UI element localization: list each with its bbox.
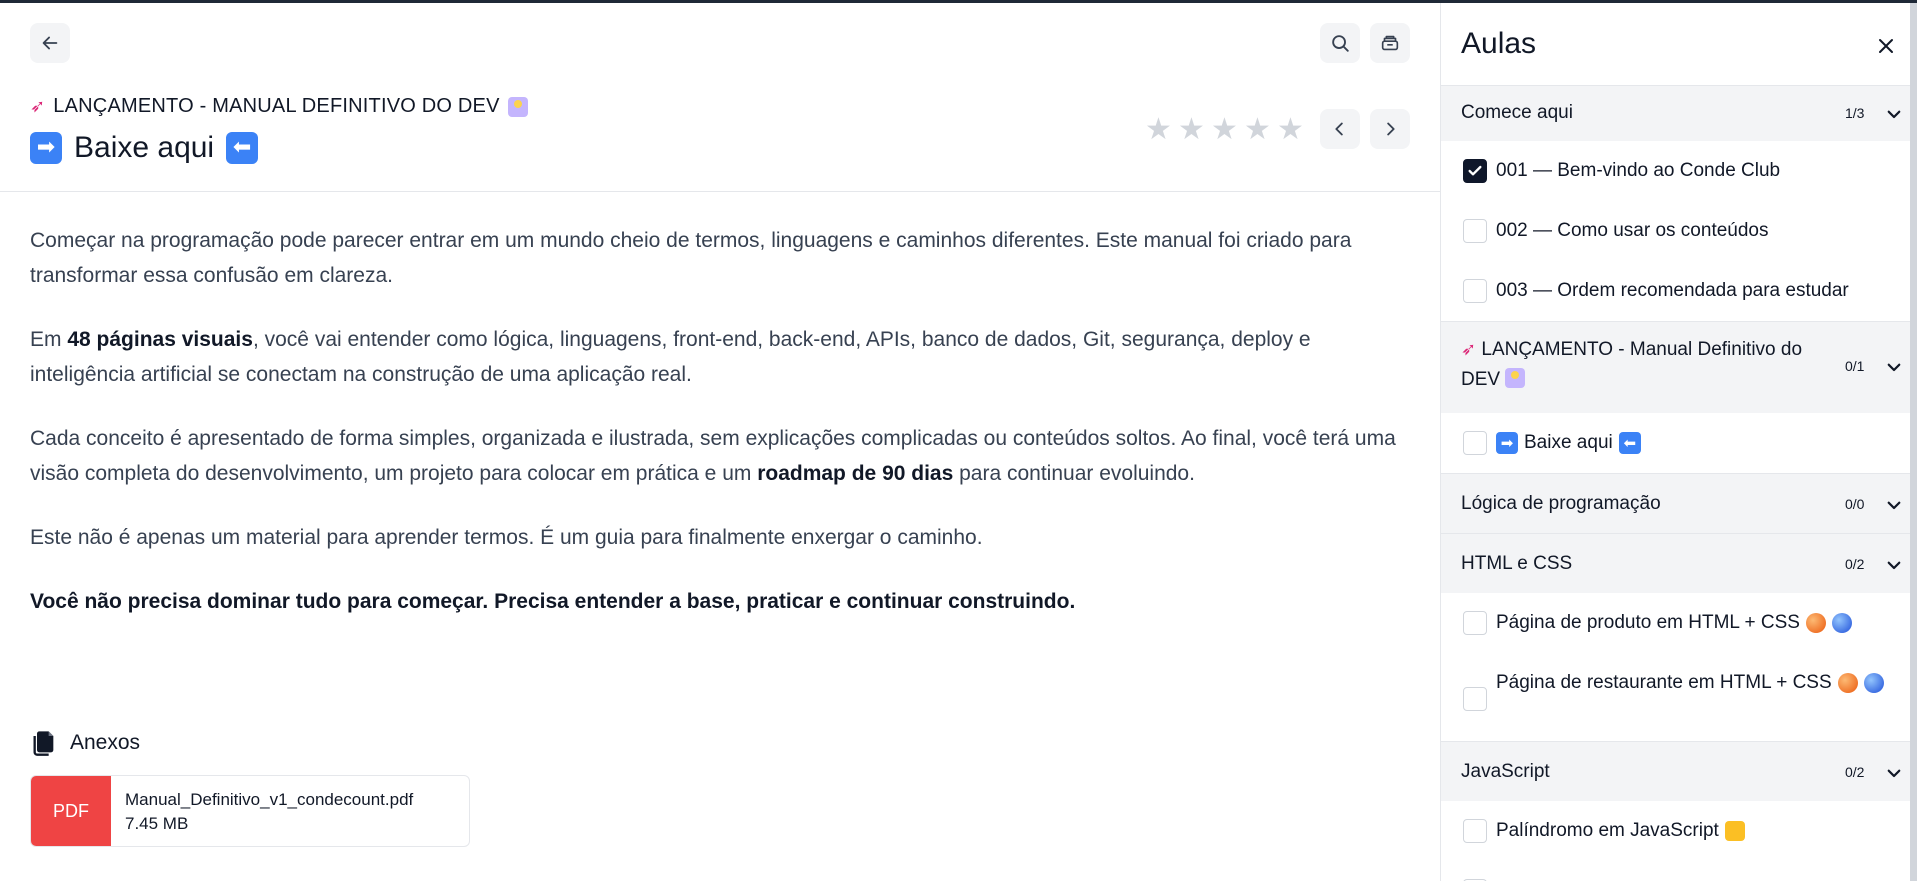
chevron-down-icon	[1887, 110, 1901, 119]
section-progress: 0/2	[1845, 556, 1865, 572]
arrow-left-emoji-icon: ⬅	[226, 132, 259, 164]
course-title-text: LANÇAMENTO - MANUAL DEFINITIVO DO DEV	[53, 95, 500, 117]
lesson-item[interactable]: Página de restaurante em HTML + CSS	[1441, 653, 1911, 741]
lesson-checkbox[interactable]	[1463, 279, 1487, 303]
rocket-icon: ➶	[1461, 339, 1477, 360]
archive-icon	[1381, 35, 1399, 51]
section-javascript[interactable]: JavaScript 0/2	[1441, 741, 1911, 801]
css-icon	[1863, 673, 1884, 693]
lesson-item[interactable]: Palíndromo em JavaScript	[1441, 801, 1911, 861]
bold-text: 48 páginas visuais	[67, 328, 253, 351]
archive-button[interactable]	[1370, 23, 1410, 63]
section-lancamento[interactable]: ➶ LANÇAMENTO - Manual Definitivo do DEV …	[1441, 321, 1911, 413]
pdf-badge: PDF	[31, 776, 111, 846]
attachment-filename: Manual_Definitivo_v1_condecount.pdf	[125, 790, 414, 809]
lesson-label: Palíndromo em JavaScript	[1496, 816, 1896, 846]
lesson-item-partial[interactable]	[1441, 861, 1911, 881]
javascript-icon	[1724, 821, 1745, 841]
lesson-item[interactable]: 002 — Como usar os conteúdos	[1441, 201, 1911, 261]
section-name: HTML e CSS	[1461, 553, 1573, 574]
star-icon[interactable]: ★	[1144, 115, 1173, 145]
section-comece-aqui[interactable]: Comece aqui 1/3	[1441, 85, 1911, 141]
chevron-down-icon	[1887, 561, 1901, 570]
paragraph: Este não é apenas um material para apren…	[30, 526, 983, 549]
section-logica[interactable]: Lógica de programação 0/0	[1441, 473, 1911, 533]
lesson-item[interactable]: Página de produto em HTML + CSS	[1441, 593, 1911, 653]
paragraph-bold: Você não precisa dominar tudo para começ…	[30, 590, 1076, 613]
star-icon[interactable]: ★	[1177, 115, 1206, 145]
lesson-item[interactable]: 001 — Bem-vindo ao Conde Club	[1441, 141, 1911, 201]
arrow-right-emoji-icon: ➡	[30, 132, 62, 164]
lesson-main: ➶ LANÇAMENTO - MANUAL DEFINITIVO DO DEV …	[0, 3, 1440, 881]
technologist-icon	[507, 96, 528, 117]
paragraph: Cada conceito é apresentado de forma sim…	[30, 427, 1396, 485]
bold-text: roadmap de 90 dias	[757, 462, 954, 485]
lesson-label: Página de restaurante em HTML + CSS	[1496, 668, 1896, 698]
chevron-down-icon	[1887, 769, 1901, 778]
section-progress: 0/1	[1845, 358, 1865, 374]
lesson-checkbox[interactable]	[1463, 611, 1487, 635]
lesson-item[interactable]: 003 — Ordem recomendada para estudar	[1441, 261, 1911, 321]
next-lesson-button[interactable]	[1370, 109, 1410, 149]
lesson-checkbox[interactable]	[1463, 431, 1487, 455]
lesson-title-text: Baixe aqui	[74, 131, 215, 164]
arrow-left-icon	[42, 36, 58, 50]
section-name: Comece aqui	[1461, 102, 1573, 123]
rocket-icon: ➶	[30, 96, 46, 117]
header-divider	[0, 191, 1440, 192]
arrow-left-emoji-icon: ⬅	[1618, 432, 1641, 454]
course-title: ➶ LANÇAMENTO - MANUAL DEFINITIVO DO DEV	[30, 95, 528, 118]
css-icon	[1831, 613, 1852, 633]
section-progress: 1/3	[1845, 105, 1865, 121]
section-name: ➶ LANÇAMENTO - Manual Definitivo do DEV	[1461, 339, 1803, 390]
arrow-right-emoji-icon: ➡	[1496, 432, 1518, 454]
close-sidebar-button[interactable]	[1871, 31, 1901, 61]
chevron-left-icon	[1335, 122, 1343, 136]
technologist-icon	[1505, 368, 1526, 388]
attachment-size: 7.45 MB	[125, 814, 189, 833]
section-progress: 0/0	[1845, 496, 1865, 512]
close-icon	[1879, 39, 1893, 53]
lesson-checkbox[interactable]	[1463, 819, 1487, 843]
rating-stars: ★ ★ ★ ★ ★	[1144, 115, 1305, 145]
attachments-title: Anexos	[70, 731, 141, 754]
chevron-right-icon	[1387, 122, 1395, 136]
back-button[interactable]	[30, 23, 70, 63]
lessons-sidebar: Aulas Comece aqui 1/3 001 — Bem-vindo ao…	[1440, 3, 1917, 881]
html-icon	[1805, 613, 1826, 633]
section-name: JavaScript	[1461, 761, 1550, 782]
attachment-file[interactable]: PDF Manual_Definitivo_v1_condecount.pdf …	[30, 775, 470, 847]
search-button[interactable]	[1320, 23, 1360, 63]
check-icon	[1468, 165, 1482, 176]
html-icon	[1837, 673, 1858, 693]
star-icon[interactable]: ★	[1210, 115, 1239, 145]
lesson-description: Começar na programação pode parecer entr…	[30, 223, 1420, 648]
lesson-label: 003 — Ordem recomendada para estudar	[1496, 280, 1849, 301]
lesson-checkbox[interactable]	[1463, 687, 1487, 711]
chevron-down-icon	[1887, 363, 1901, 372]
section-name: Lógica de programação	[1461, 493, 1661, 514]
section-progress: 0/2	[1845, 764, 1865, 780]
lesson-label: 001 — Bem-vindo ao Conde Club	[1496, 160, 1781, 181]
lesson-item[interactable]: ➡ Baixe aqui ⬅	[1441, 413, 1911, 473]
lesson-label: Página de produto em HTML + CSS	[1496, 608, 1896, 638]
previous-lesson-button[interactable]	[1320, 109, 1360, 149]
star-icon[interactable]: ★	[1276, 115, 1305, 145]
files-icon	[33, 731, 54, 756]
section-html-css[interactable]: HTML e CSS 0/2	[1441, 533, 1911, 593]
lesson-label: 002 — Como usar os conteúdos	[1496, 220, 1769, 241]
paragraph: Em 48 páginas visuais, você vai entender…	[30, 328, 1311, 386]
lesson-checkbox[interactable]	[1463, 159, 1487, 183]
lesson-title: ➡ Baixe aqui ⬅	[30, 131, 259, 165]
sidebar-scrollbar[interactable]	[1910, 3, 1917, 881]
chevron-down-icon	[1887, 501, 1901, 510]
lesson-label: ➡ Baixe aqui ⬅	[1496, 428, 1896, 458]
star-icon[interactable]: ★	[1243, 115, 1272, 145]
attachments-heading: Anexos	[30, 729, 140, 757]
sidebar-title: Aulas	[1461, 27, 1537, 60]
search-icon	[1332, 35, 1349, 52]
paragraph: Começar na programação pode parecer entr…	[30, 229, 1352, 287]
lesson-checkbox[interactable]	[1463, 219, 1487, 243]
